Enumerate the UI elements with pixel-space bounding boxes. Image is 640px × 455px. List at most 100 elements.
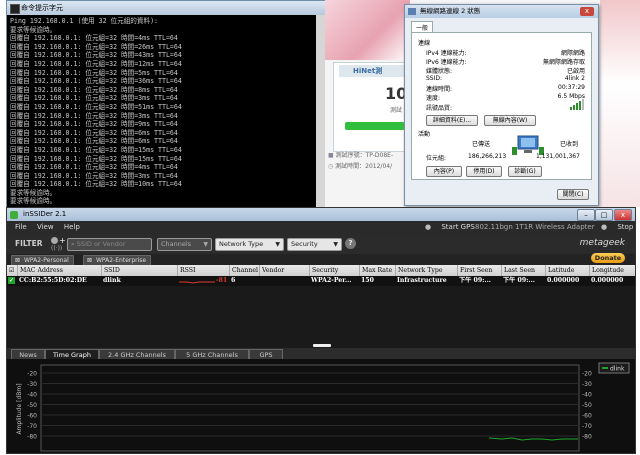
- cmd-line: 回覆自 192.168.0.1: 位元組=32 時間=4ms TTL=64: [10, 163, 178, 172]
- col-latitude[interactable]: Latitude: [545, 265, 590, 276]
- inssider-title: inSSIDer 2.1: [23, 210, 67, 218]
- stop-icon: ●: [601, 223, 608, 231]
- general-panel: 連線 IPv4 連線能力: 網際網路 IPv6 連線能力: 無網際網路存取 媒體…: [411, 32, 592, 180]
- cmd-line: Ping 192.168.0.1 (使用 32 位元組的資料):: [10, 17, 159, 25]
- col-last-seen[interactable]: Last Seen: [501, 265, 546, 276]
- remove-tag-icon[interactable]: ⊠: [15, 256, 20, 265]
- cmd-line: 回覆自 192.168.0.1: 位元組=32 時間=43ms TTL=64: [10, 51, 182, 60]
- y-axis-label: Amplitude [dBm]: [16, 383, 23, 434]
- y-tick-label-right: -20: [582, 371, 592, 378]
- remove-tag-icon[interactable]: ⊠: [87, 256, 92, 265]
- col-channel[interactable]: Channel: [229, 265, 262, 276]
- close-button[interactable]: 關閉(C): [557, 189, 589, 200]
- col-mac-address[interactable]: MAC Address: [17, 265, 102, 276]
- y-tick-label-right: -70: [582, 423, 592, 430]
- cell-max-rate: 150: [361, 277, 374, 284]
- maximize-icon[interactable]: □: [595, 209, 613, 221]
- cmd-line: 回覆自 192.168.0.1: 位元組=32 時間=51ms TTL=64: [10, 102, 182, 111]
- media-label: 媒體狀態:: [426, 68, 453, 75]
- col-security[interactable]: Security: [309, 265, 362, 276]
- cell-security: WPA2-Per...: [311, 277, 352, 284]
- close-icon[interactable]: x: [614, 209, 632, 221]
- filter-toggle-icon[interactable]: [51, 237, 58, 244]
- menu-file[interactable]: File: [15, 223, 27, 231]
- cmd-line: 回覆自 192.168.0.1: 位元組=32 時間=15ms TTL=64: [10, 154, 182, 163]
- cmd-line: 回覆自 192.168.0.1: 位元組=32 時間=12ms TTL=64: [10, 59, 182, 68]
- col-max-rate[interactable]: Max Rate: [359, 265, 398, 276]
- diagnose-button[interactable]: 診斷(G): [508, 166, 542, 177]
- col-vendor[interactable]: Vendor: [259, 265, 310, 276]
- ipv4-value: 網際網路: [560, 50, 585, 57]
- magazine-image: [600, 0, 640, 207]
- adapter-name[interactable]: 802.11bgn 1T1R Wireless Adapter: [475, 221, 595, 234]
- gps-icon: ●: [425, 223, 432, 231]
- col-network-type[interactable]: Network Type: [395, 265, 458, 276]
- y-tick-label-right: -50: [582, 402, 592, 409]
- connection-heading: 連線: [418, 40, 431, 47]
- inssider-app-icon: [10, 211, 18, 219]
- col-rssi[interactable]: RSSI: [177, 265, 232, 276]
- cmd-line: 回覆自 192.168.0.1: 位元組=32 時間=10ms TTL=64: [10, 180, 182, 189]
- cmd-titlebar[interactable]: 命令提示字元: [7, 1, 325, 15]
- menu-help[interactable]: Help: [64, 223, 80, 231]
- splitter-handle[interactable]: [313, 344, 331, 347]
- cmd-line: 回覆自 192.168.0.1: 位元組=32 時間=36ms TTL=64: [10, 77, 182, 86]
- table-row[interactable]: ✓ CC:B2:55:5D:02:DE dlink -81 6 WPA2-Per…: [7, 276, 635, 286]
- chevron-down-icon: ▼: [333, 241, 338, 248]
- wireless-properties-button[interactable]: 無線內容(W): [484, 115, 536, 126]
- speed-label: 速度:: [426, 95, 441, 102]
- y-tick-label-left: -60: [27, 413, 37, 420]
- dlink-series-line: [488, 437, 578, 441]
- stop-button[interactable]: ● Stop: [593, 221, 633, 234]
- plot-area: [40, 364, 580, 452]
- cell-longitude: 0.000000: [591, 277, 624, 284]
- received-label: 已收到: [560, 141, 579, 148]
- network-type-dropdown[interactable]: Network Type ▼: [215, 238, 284, 251]
- col-ssid[interactable]: SSID: [101, 265, 178, 276]
- details-button[interactable]: 詳細資料(E)...: [426, 115, 478, 126]
- plus-icon[interactable]: +: [59, 236, 66, 245]
- ssid-filter-input[interactable]: ⌕ SSID or Vendor: [67, 238, 152, 251]
- donate-button[interactable]: Donate: [591, 253, 625, 263]
- cell-network-type: Infrastructure: [397, 277, 447, 284]
- properties-button[interactable]: 內容(P): [426, 166, 462, 177]
- y-tick-label-left: -20: [27, 371, 37, 378]
- dialog-titlebar[interactable]: 無線網路連線 2 狀態 x: [405, 5, 598, 18]
- disable-button[interactable]: 停用(D): [466, 166, 502, 177]
- cell-last-seen: 下午 09:...: [503, 277, 535, 284]
- start-gps-button[interactable]: ● Start GPS: [417, 221, 475, 234]
- duration-value: 00:37:29: [558, 84, 585, 91]
- minimize-icon[interactable]: –: [577, 209, 595, 221]
- menu-view[interactable]: View: [37, 223, 54, 231]
- y-tick-label-left: -50: [27, 402, 37, 409]
- signal-bars-icon: [570, 99, 584, 110]
- media-value: 已啟用: [566, 68, 585, 75]
- y-tick-label-right: -80: [582, 434, 592, 441]
- cell-channel: 6: [231, 277, 236, 284]
- channels-dropdown[interactable]: Channels ▼: [157, 238, 212, 251]
- y-tick-label-left: -70: [27, 423, 37, 430]
- cmd-line: 回覆自 192.168.0.1: 位元組=32 時間=3ms TTL=64: [10, 171, 178, 180]
- hinet-title: HiNet測: [339, 65, 411, 77]
- row-checkbox[interactable]: ✓: [8, 277, 15, 284]
- cmd-scrollbar[interactable]: [316, 15, 325, 208]
- cmd-line: 要求等候逾時。: [10, 25, 57, 34]
- col-first-seen[interactable]: First Seen: [457, 265, 502, 276]
- ipv6-label: IPv6 連線能力:: [426, 59, 467, 66]
- col-longitude[interactable]: Longitude: [589, 265, 636, 276]
- chevron-down-icon: ▼: [275, 241, 280, 248]
- filter-bar: FILTER + ((·)) ⌕ SSID or Vendor Channels…: [7, 234, 635, 254]
- browser-banner-image: [325, 0, 410, 60]
- activity-heading: 活動: [418, 131, 431, 138]
- close-icon[interactable]: x: [580, 7, 594, 16]
- cmd-line: 回覆自 192.168.0.1: 位元組=32 時間=15ms TTL=64: [10, 145, 182, 154]
- security-dropdown[interactable]: Security ▼: [287, 238, 342, 251]
- cell-first-seen: 下午 09:...: [459, 277, 491, 284]
- cmd-line: 回覆自 192.168.0.1: 位元組=32 時間=9ms TTL=64: [10, 120, 178, 129]
- inssider-titlebar[interactable]: inSSIDer 2.1 – □ x: [7, 208, 635, 221]
- ipv4-label: IPv4 連線能力:: [426, 50, 467, 57]
- help-icon[interactable]: ?: [345, 238, 356, 249]
- time-graph-svg: -20 -20 -30 -30 -40 -40 -50 -50 -60 -60 -70 -70 -80 -…: [16, 362, 630, 452]
- signal-label: 訊號品質:: [426, 105, 453, 112]
- select-all-checkbox[interactable]: ☑: [7, 265, 17, 276]
